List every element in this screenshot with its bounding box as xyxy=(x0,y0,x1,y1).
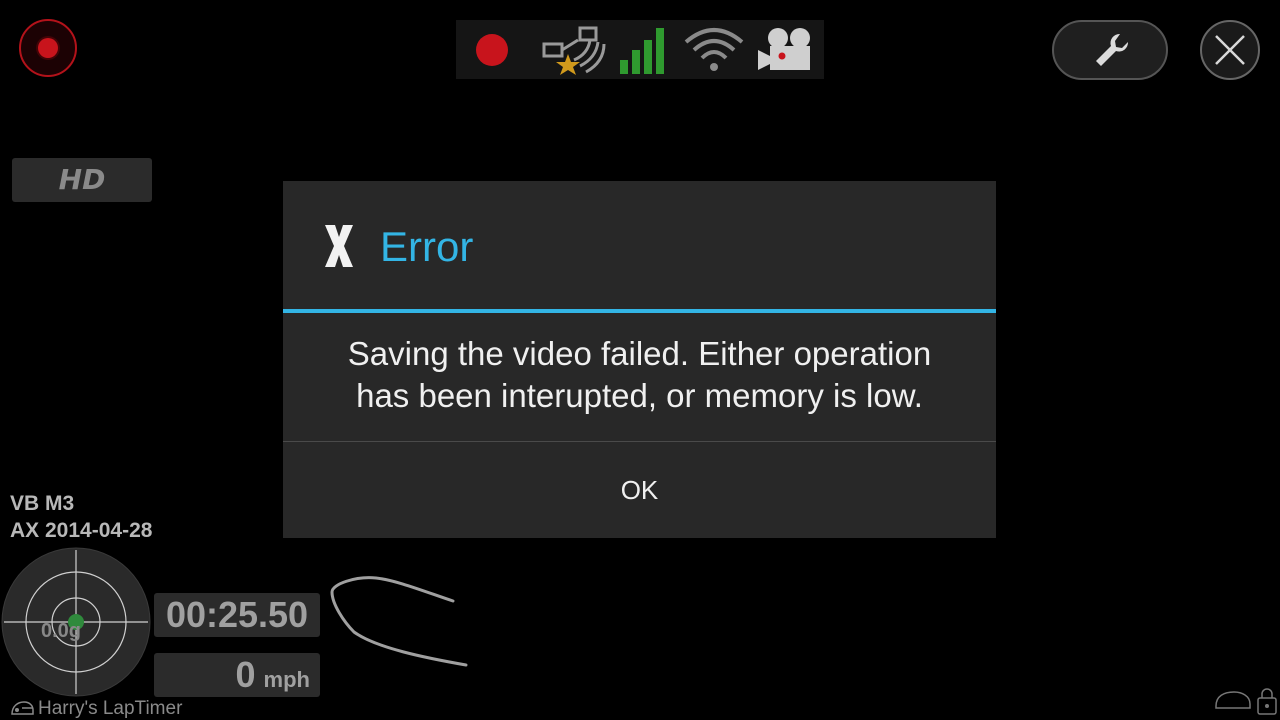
dialog-title-divider xyxy=(283,309,996,313)
dialog-title: Error xyxy=(380,223,474,270)
track-name: VB M3 AX 2014-04-28 xyxy=(10,490,152,544)
hd-toggle-button[interactable]: HD xyxy=(12,158,152,202)
wifi-icon xyxy=(684,28,744,71)
gforce-value: 0.0g xyxy=(41,620,82,642)
close-button[interactable] xyxy=(1200,20,1260,80)
dialog-message: Saving the video failed. Either operatio… xyxy=(283,333,996,417)
lock-icon xyxy=(1257,688,1277,715)
app-name-text: Harry's LapTimer xyxy=(38,698,183,719)
track-map xyxy=(330,576,468,667)
record-dot-icon xyxy=(38,38,58,58)
dialog-header: Error xyxy=(283,181,996,309)
wrench-icon xyxy=(1096,33,1129,66)
record-indicator-icon xyxy=(476,34,508,66)
helmet-icon xyxy=(1215,691,1251,709)
speed-display: 0 mph xyxy=(154,653,320,697)
signal-strength-icon xyxy=(620,28,664,74)
lap-time: 00:25.50 xyxy=(154,593,320,637)
dialog-message-line: Saving the video failed. Either operatio… xyxy=(347,335,932,372)
helmet-logo-icon xyxy=(11,701,34,715)
video-camera-icon xyxy=(758,28,810,70)
error-x-icon xyxy=(325,225,353,267)
track-name-line: AX 2014-04-28 xyxy=(10,519,153,542)
track-name-line: VB M3 xyxy=(10,492,75,515)
close-icon xyxy=(1215,35,1245,65)
gps-satellite-icon xyxy=(542,26,606,75)
record-button[interactable] xyxy=(19,19,77,77)
error-dialog: Error Saving the video failed. Either op… xyxy=(283,181,996,538)
speed-value: 0 xyxy=(235,654,256,695)
dialog-message-line: has been interupted, or memory is low. xyxy=(356,377,923,414)
settings-button[interactable] xyxy=(1052,20,1168,80)
status-bar xyxy=(456,20,824,79)
speed-unit: mph xyxy=(263,667,310,692)
ok-button[interactable]: OK xyxy=(283,442,996,538)
bottom-right-icons xyxy=(1215,688,1277,715)
app-name: Harry's LapTimer xyxy=(10,698,182,720)
